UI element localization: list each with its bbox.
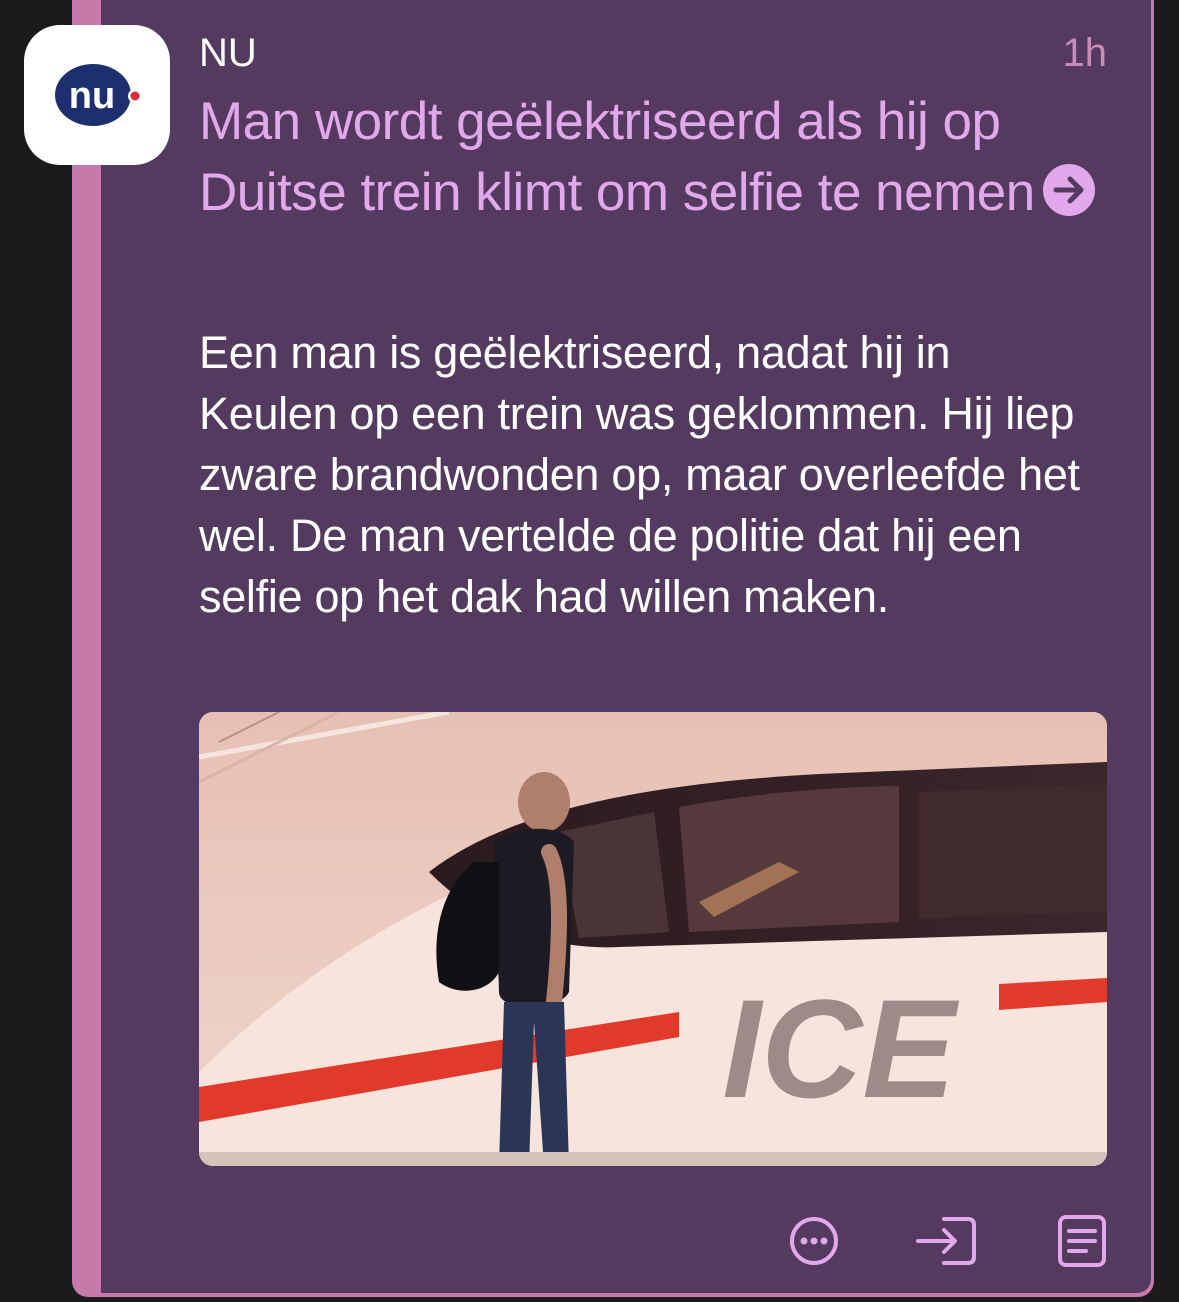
headline-text: Man wordt geëlektriseerd als hij op Duit… [199,92,1035,222]
article-summary: Een man is geëlektriseerd, nadat hij in … [199,327,1080,622]
more-icon [790,1217,838,1265]
open-icon [916,1217,976,1265]
nu-logo-icon: nu [55,64,141,126]
page: nu NU 1h Man wordt geëlektriseerd als hi… [0,0,1179,1302]
open-button[interactable] [914,1209,978,1273]
headline-link[interactable]: Man wordt geëlektriseerd als hij op Duit… [199,86,1099,234]
reader-button[interactable] [1050,1209,1114,1273]
arrow-right-circle-icon[interactable] [1042,163,1095,234]
more-button[interactable] [786,1209,850,1273]
logo-text: nu [69,75,115,117]
source-avatar[interactable]: nu [24,25,170,165]
post-time: 1h [1062,31,1108,75]
source-name[interactable]: NU [199,30,257,76]
article-image[interactable]: ICE [199,712,1107,1166]
reader-icon [1058,1215,1106,1267]
train-ice-text: ICE [722,970,959,1127]
